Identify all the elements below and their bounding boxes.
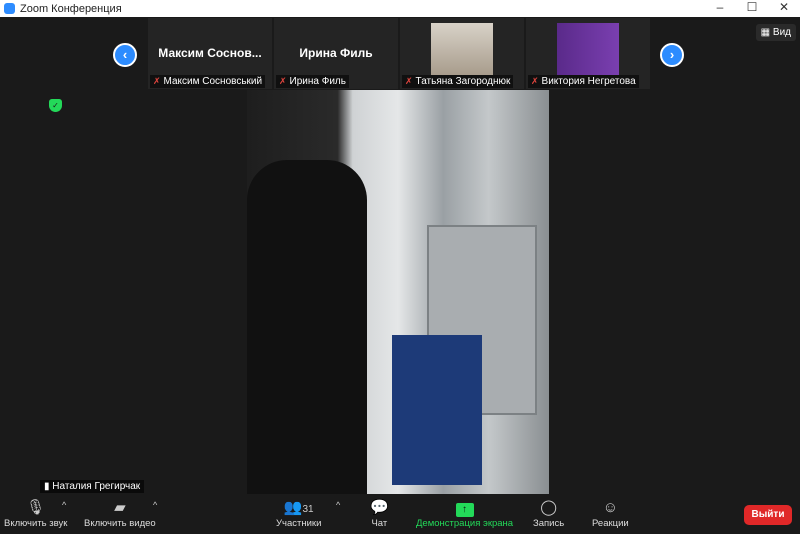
chat-label: Чат [371,518,388,529]
maximize-button[interactable]: ☐ [736,0,768,14]
participant-video [557,23,619,75]
mic-muted-icon: ✗ [405,76,413,86]
unmute-label: Включить звук [4,518,68,529]
speaker-name: Наталия Грегирчак [52,481,141,492]
title-bar: Zoom Конференция – ☐ ✕ [0,0,800,17]
video-options-caret[interactable]: ^ [153,500,157,510]
active-speaker-label: ▮ Наталия Грегирчак [40,480,145,493]
participants-options-caret[interactable]: ^ [336,500,340,510]
record-icon: ◯ [540,499,557,516]
participants-icon: 👥 [283,499,303,516]
minimize-button[interactable]: – [704,0,736,14]
window-title: Zoom Конференция [20,2,122,15]
next-page-button[interactable]: › [660,43,684,67]
participant-name-large: Максим Соснов... [158,46,262,60]
chat-icon: 💬 [370,499,389,516]
close-button[interactable]: ✕ [768,0,800,14]
audio-options-caret[interactable]: ^ [62,500,66,510]
meeting-toolbar: 🎙 Включить звук ^ ▰ Включить видео ^ 👥31 Уч… [0,496,800,534]
start-video-label: Включить видео [84,518,156,529]
grid-icon: ▦ [760,27,773,38]
participant-label: Татьяна Загороднюк [415,76,511,87]
participant-name-large: Ирина Филь [299,46,373,60]
leave-button[interactable]: Выйти [744,505,792,525]
participants-button[interactable]: 👥31 Участники [276,498,321,529]
record-label: Запись [533,518,565,529]
mic-muted-icon: ✗ [279,76,287,86]
reactions-icon: ☺ [602,499,619,516]
video-off-icon: ▰ [114,499,126,516]
record-button[interactable]: ◯ Запись [533,498,564,529]
start-video-button[interactable]: ▰ Включить видео [84,498,156,529]
participant-tile[interactable]: ✗ Татьяна Загороднюк [400,18,524,89]
participant-strip: Максим Соснов... ✗ Максим Сосновський Ири… [148,18,650,89]
share-screen-button[interactable]: ↑ Демонстрация экрана [416,498,513,529]
mic-off-icon: 🎙 [26,499,46,516]
reactions-label: Реакции [592,518,629,529]
zoom-logo-icon [4,3,15,14]
participant-tile[interactable]: Ирина Филь ✗ Ирина Филь [274,18,398,89]
participant-video [431,23,493,75]
participant-tile[interactable]: ✗ Виктория Негретова [526,18,650,89]
mic-muted-icon: ✗ [153,76,161,86]
participant-label: Максим Сосновський [163,76,263,87]
mic-muted-icon: ✗ [531,76,539,86]
view-button[interactable]: ▦ Вид [755,24,796,41]
participant-label: Ирина Филь [289,76,346,87]
share-screen-icon: ↑ [455,503,474,517]
active-speaker-video [247,90,549,494]
reactions-button[interactable]: ☺ Реакции [592,498,629,529]
prev-page-button[interactable]: ‹ [113,43,137,67]
participants-count: 31 [302,504,314,515]
unmute-button[interactable]: 🎙 Включить звук [4,498,67,529]
encryption-shield-icon[interactable]: ✓ [49,99,62,112]
participants-label: Участники [276,518,322,529]
participant-tile[interactable]: Максим Соснов... ✗ Максим Сосновський [148,18,272,89]
view-label: Вид [772,27,791,38]
chat-button[interactable]: 💬 Чат [370,498,389,529]
participant-label: Виктория Негретова [541,76,636,87]
share-screen-label: Демонстрация экрана [416,518,514,529]
